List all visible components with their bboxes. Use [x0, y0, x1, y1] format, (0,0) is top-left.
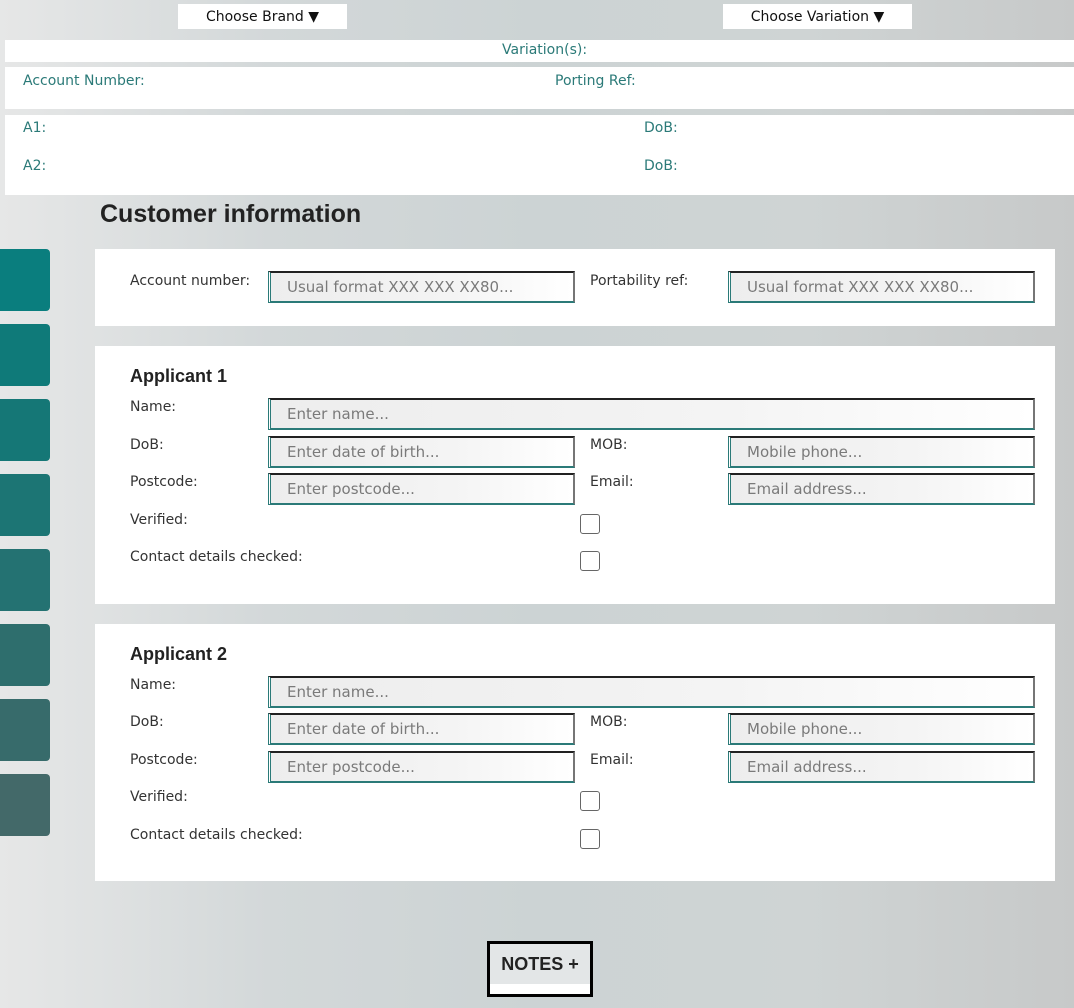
- applicant-2-mob-label: MOB:: [590, 714, 628, 730]
- applicants-summary-bar: A1: DoB: A2: DoB:: [5, 115, 1074, 195]
- applicant-1-email-label: Email:: [590, 474, 634, 490]
- sidebar-tile-6[interactable]: [0, 624, 50, 686]
- choose-brand-dropdown[interactable]: Choose Brand ▼: [178, 4, 347, 29]
- sidebar-tile-5[interactable]: [0, 549, 50, 611]
- applicant-1-dob-input[interactable]: [268, 436, 575, 468]
- applicant-1-postcode-input[interactable]: [268, 473, 575, 505]
- applicant-1-dob-label: DoB:: [130, 437, 164, 453]
- applicant-1-mob-input[interactable]: [728, 436, 1035, 468]
- applicant-2-name-label: Name:: [130, 677, 177, 693]
- applicant-2-postcode-label: Postcode:: [130, 752, 198, 768]
- applicant-1-email-input[interactable]: [728, 473, 1035, 505]
- summary-a2-dob-label: DoB:: [644, 158, 678, 174]
- applicant-2-name-input[interactable]: [268, 676, 1035, 708]
- applicant-1-name-input[interactable]: [268, 398, 1035, 430]
- applicant-1-verified-label: Verified:: [130, 512, 188, 528]
- summary-porting-ref-label: Porting Ref:: [555, 73, 636, 89]
- applicant-2-verified-label: Verified:: [130, 789, 188, 805]
- summary-account-number-label: Account Number:: [23, 73, 145, 89]
- applicant-2-contact-checked-checkbox[interactable]: [580, 829, 600, 849]
- applicant-1-card: Applicant 1 Name: DoB: MOB: Postcode: Em…: [95, 346, 1055, 604]
- applicant-2-title: Applicant 2: [130, 644, 228, 664]
- sidebar-tile-1[interactable]: [0, 249, 50, 311]
- variations-label: Variation(s):: [502, 42, 588, 58]
- account-number-input[interactable]: [268, 271, 575, 303]
- sidebar-tile-7[interactable]: [0, 699, 50, 761]
- summary-a1-dob-label: DoB:: [644, 120, 678, 136]
- summary-a1-label: A1:: [23, 120, 47, 136]
- applicant-1-mob-label: MOB:: [590, 437, 628, 453]
- portability-ref-input[interactable]: [728, 271, 1035, 303]
- applicant-1-name-label: Name:: [130, 399, 177, 415]
- notes-button[interactable]: NOTES +: [487, 941, 593, 997]
- sidebar-tile-8[interactable]: [0, 774, 50, 836]
- sidebar-tile-4[interactable]: [0, 474, 50, 536]
- account-number-label: Account number:: [130, 273, 251, 289]
- applicant-1-postcode-label: Postcode:: [130, 474, 198, 490]
- portability-ref-label: Portability ref:: [590, 273, 689, 289]
- applicant-1-verified-checkbox[interactable]: [580, 514, 600, 534]
- variations-bar: Variation(s):: [5, 40, 1074, 62]
- applicant-2-verified-checkbox[interactable]: [580, 791, 600, 811]
- applicant-2-card: Applicant 2 Name: DoB: MOB: Postcode: Em…: [95, 624, 1055, 881]
- choose-variation-dropdown[interactable]: Choose Variation ▼: [723, 4, 912, 29]
- applicant-2-mob-input[interactable]: [728, 713, 1035, 745]
- page-title: Customer information: [100, 200, 362, 228]
- sidebar-tile-2[interactable]: [0, 324, 50, 386]
- applicant-1-title: Applicant 1: [130, 366, 228, 386]
- applicant-2-email-label: Email:: [590, 752, 634, 768]
- account-summary-bar: Account Number: Porting Ref:: [5, 67, 1074, 109]
- applicant-2-postcode-input[interactable]: [268, 751, 575, 783]
- summary-a2-label: A2:: [23, 158, 47, 174]
- applicant-1-contact-checked-checkbox[interactable]: [580, 551, 600, 571]
- applicant-1-contact-checked-label: Contact details checked:: [130, 549, 303, 565]
- applicant-2-email-input[interactable]: [728, 751, 1035, 783]
- sidebar-tile-3[interactable]: [0, 399, 50, 461]
- applicant-2-dob-label: DoB:: [130, 714, 164, 730]
- account-card: Account number: Portability ref:: [95, 249, 1055, 326]
- applicant-2-contact-checked-label: Contact details checked:: [130, 827, 303, 843]
- applicant-2-dob-input[interactable]: [268, 713, 575, 745]
